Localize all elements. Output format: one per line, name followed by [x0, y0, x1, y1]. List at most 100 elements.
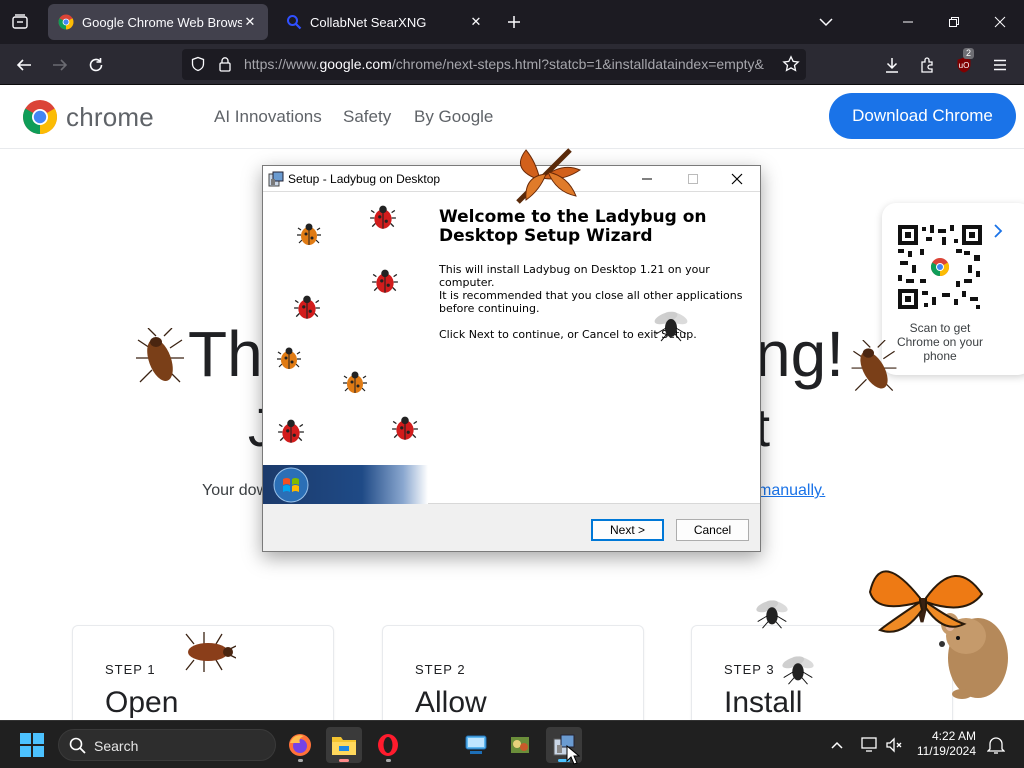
- download-manually-link[interactable]: manually.: [758, 482, 825, 500]
- nav-safety[interactable]: Safety: [343, 107, 391, 127]
- folder-icon: [332, 737, 356, 755]
- tab-google-chrome[interactable]: Google Chrome Web Browser ✕: [48, 4, 268, 40]
- taskbar-file-explorer[interactable]: [326, 727, 362, 763]
- wizard-text-3: Click Next to continue, or Cancel to exi…: [439, 328, 697, 341]
- lock-icon[interactable]: [218, 56, 232, 72]
- mouse-cursor-icon: [566, 745, 580, 765]
- hamburger-menu-icon[interactable]: [987, 52, 1013, 78]
- step-title: Open: [105, 686, 179, 719]
- back-arrow-icon[interactable]: [11, 52, 37, 78]
- ladybug-icon: [370, 205, 396, 229]
- screen: Google Chrome Web Browser ✕ CollabNet Se…: [0, 0, 1024, 768]
- shield-icon[interactable]: [190, 56, 206, 72]
- wizard-banner: [263, 465, 428, 504]
- download-chrome-button[interactable]: Download Chrome: [829, 93, 1016, 139]
- dialog-maximize-icon: [670, 166, 716, 192]
- tab-close-icon[interactable]: ✕: [242, 14, 258, 30]
- search-favicon-icon: [287, 15, 302, 30]
- running-indicator: [386, 759, 391, 762]
- volume-muted-icon[interactable]: [884, 735, 904, 755]
- installer-icon: [268, 171, 284, 187]
- extensions-icon[interactable]: [915, 52, 941, 78]
- close-window-icon[interactable]: [988, 10, 1012, 34]
- chrome-logo-icon: [23, 100, 57, 134]
- search-icon: [69, 737, 86, 754]
- windows-orb-icon: [273, 467, 309, 503]
- monitor-app-icon: [465, 735, 487, 754]
- reload-icon[interactable]: [83, 52, 109, 78]
- fly-icon: [782, 656, 814, 685]
- ladybug-icon: [392, 416, 418, 440]
- taskbar-app-monitor[interactable]: [458, 727, 494, 763]
- cockroach-icon: [185, 632, 236, 672]
- ladybug-icon: [277, 347, 301, 369]
- chevron-up-icon[interactable]: [830, 738, 844, 752]
- dialog-body: Welcome to the Ladybug on Desktop Setup …: [263, 192, 760, 504]
- fly-icon: [654, 311, 688, 342]
- taskbar-app-bugs[interactable]: [502, 727, 538, 763]
- forward-arrow-icon[interactable]: [47, 52, 73, 78]
- chrome-favicon-icon: [58, 14, 74, 30]
- dialog-close-icon[interactable]: [714, 166, 760, 192]
- logo-text: chrome: [66, 101, 154, 132]
- fly-icon: [756, 600, 788, 629]
- taskbar-search[interactable]: Search: [58, 729, 276, 761]
- taskbar-firefox[interactable]: [282, 727, 318, 763]
- running-indicator: [339, 759, 349, 762]
- ladybug-icon: [297, 223, 321, 245]
- dialog-minimize-icon[interactable]: [624, 166, 670, 192]
- notification-bell-icon[interactable]: [987, 735, 1005, 755]
- cancel-button[interactable]: Cancel: [676, 519, 749, 541]
- tab-title: Google Chrome Web Browser: [82, 14, 242, 30]
- search-placeholder: Search: [94, 738, 139, 754]
- step-label: STEP 1: [105, 662, 156, 677]
- wizard-heading: Welcome to the Ladybug on Desktop Setup …: [439, 207, 707, 246]
- chevron-right-icon[interactable]: [990, 223, 1006, 239]
- chrome-logo[interactable]: chrome: [22, 99, 154, 135]
- tab-close-icon[interactable]: ✕: [468, 14, 484, 30]
- qr-caption: Scan to get Chrome on your phone: [896, 321, 984, 363]
- ladybug-icon: [343, 371, 367, 393]
- clock-date: 11/19/2024: [916, 744, 976, 758]
- wizard-text-2: It is recommended that you close all oth…: [439, 289, 743, 315]
- nav-ai-innovations[interactable]: AI Innovations: [214, 107, 322, 127]
- step-title: Install: [724, 686, 803, 719]
- site-header: chrome AI Innovations Safety By Google D…: [0, 85, 1024, 149]
- ladybug-icon: [278, 419, 304, 443]
- windows-start-icon[interactable]: [20, 733, 44, 757]
- restore-icon[interactable]: [942, 10, 966, 34]
- hero-heading-right: ng!: [755, 318, 844, 390]
- extension-badge: 2: [963, 48, 975, 59]
- download-status-text: Your dow: [202, 482, 269, 499]
- ladybug-icon: [294, 295, 320, 319]
- new-tab-icon[interactable]: [502, 10, 526, 34]
- url-bar[interactable]: https://www.google.com/chrome/next-steps…: [182, 49, 806, 80]
- dialog-title: Setup - Ladybug on Desktop: [288, 172, 441, 186]
- taskbar-opera[interactable]: [370, 727, 406, 763]
- nav-by-google[interactable]: By Google: [414, 107, 493, 127]
- ladybug-icon: [372, 269, 398, 293]
- qr-code: [898, 225, 982, 309]
- clock-time: 4:22 AM: [931, 729, 976, 743]
- minimize-icon[interactable]: [896, 10, 920, 34]
- tab-searxng[interactable]: CollabNet SearXNG ✕: [276, 4, 494, 40]
- step-title: Allow: [415, 686, 487, 719]
- wizard-text-1: This will install Ladybug on Desktop 1.2…: [439, 263, 710, 289]
- svg-text:uO: uO: [959, 61, 970, 70]
- next-button[interactable]: Next >: [591, 519, 664, 541]
- step-label: STEP 2: [415, 662, 466, 677]
- dragonfly-icon: [516, 148, 582, 204]
- taskbar-setup-installer[interactable]: [546, 727, 582, 765]
- chevron-down-icon[interactable]: [814, 10, 838, 34]
- bookmark-star-icon[interactable]: [782, 55, 800, 73]
- network-icon[interactable]: [860, 735, 880, 755]
- butterfly-and-mouse-icon: [868, 570, 1008, 699]
- step-label: STEP 3: [724, 662, 775, 677]
- taskbar-clock[interactable]: 4:22 AM 11/19/2024: [912, 729, 976, 759]
- ublock-extension-icon[interactable]: uO 2: [951, 48, 977, 78]
- bug-app-icon: [511, 737, 529, 753]
- downloads-icon[interactable]: [879, 52, 905, 78]
- tab-list-icon[interactable]: [8, 10, 32, 34]
- browser-tab-bar: Google Chrome Web Browser ✕ CollabNet Se…: [0, 0, 1024, 44]
- opera-icon: [378, 734, 398, 756]
